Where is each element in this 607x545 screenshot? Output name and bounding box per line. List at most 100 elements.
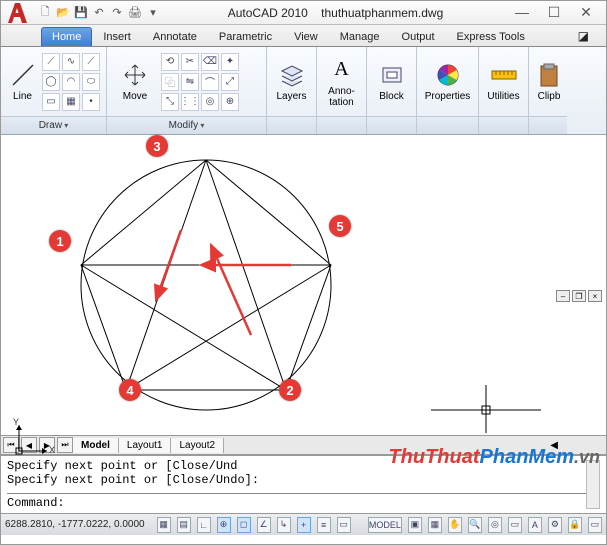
trim-icon[interactable]: ✂	[181, 53, 199, 71]
layout-tab-bar: ⏮ ◀ ▶ ⏭ Model Layout1 Layout2 ◀	[1, 435, 606, 455]
ortho-toggle[interactable]: ∟	[197, 517, 211, 533]
marker-5: 5	[329, 215, 351, 237]
ribbon-help-icon[interactable]: ◪	[567, 25, 600, 46]
panel-utilities: Utilities	[479, 47, 529, 134]
tab-home[interactable]: Home	[41, 27, 92, 46]
maximize-button[interactable]: ☐	[542, 4, 566, 21]
qat-dropdown-icon[interactable]: ▾	[145, 5, 161, 21]
move-button[interactable]: Move	[113, 52, 157, 112]
copy-icon[interactable]: ⿻	[161, 73, 179, 91]
erase-icon[interactable]: ⌫	[201, 53, 219, 71]
annotation-button[interactable]: A Anno- tation	[323, 52, 360, 112]
paste-icon	[535, 61, 563, 89]
panel-draw: Line ⟋ ∿ ⟋ ◯ ◠ ⬭ ▭ ▦ • Draw	[1, 47, 107, 134]
dyn-toggle[interactable]: +	[297, 517, 311, 533]
clean-screen-icon[interactable]: ▭	[588, 517, 602, 533]
cmd-history-1: Specify next point or [Close/Und	[7, 459, 600, 473]
window-controls: — ☐ ✕	[510, 4, 598, 21]
tab-model[interactable]: Model	[73, 438, 119, 453]
qat-save-icon[interactable]: 💾	[73, 5, 89, 21]
tab-layout1[interactable]: Layout1	[119, 438, 172, 453]
model-space-button[interactable]: MODEL	[368, 517, 402, 533]
circle-icon[interactable]: ◯	[42, 73, 60, 91]
minimize-button[interactable]: —	[510, 4, 534, 21]
stretch-icon[interactable]: ⤢	[221, 73, 239, 91]
line-button[interactable]: Line	[7, 52, 38, 112]
block-button[interactable]: Block	[373, 52, 410, 112]
tab-parametric[interactable]: Parametric	[208, 27, 283, 46]
app-menu-button[interactable]	[5, 0, 31, 26]
join-icon[interactable]: ⊕	[221, 93, 239, 111]
lwt-toggle[interactable]: ≡	[317, 517, 331, 533]
offset-icon[interactable]: ◎	[201, 93, 219, 111]
panel-title-modify[interactable]: Modify	[107, 116, 266, 134]
workspace-icon[interactable]: ⚙	[548, 517, 562, 533]
properties-button[interactable]: Properties	[423, 52, 472, 112]
snap-toggle[interactable]: ▦	[157, 517, 171, 533]
panel-title-draw[interactable]: Draw	[1, 116, 106, 134]
layout-quick-view-icon[interactable]: ▣	[408, 517, 422, 533]
tab-manage[interactable]: Manage	[329, 27, 391, 46]
osnap-toggle[interactable]: ◻	[237, 517, 251, 533]
modify-flyout-grid: ⟲ ✂ ⌫ ✦ ⿻ ⇋ ⌒ ⤢ ⤡ ⋮⋮ ◎ ⊕	[161, 53, 239, 111]
scale-icon[interactable]: ⤡	[161, 93, 179, 111]
layers-button[interactable]: Layers	[273, 52, 310, 112]
zoom-icon[interactable]: 🔍	[468, 517, 482, 533]
ducs-toggle[interactable]: ↳	[277, 517, 291, 533]
block-icon	[378, 61, 406, 89]
close-button[interactable]: ✕	[574, 4, 598, 21]
clipboard-button[interactable]: Clipb	[535, 52, 563, 112]
hscroll-left-icon[interactable]: ◀	[550, 440, 558, 451]
cmd-scrollbar[interactable]	[586, 460, 600, 509]
arc-icon[interactable]: ◠	[62, 73, 80, 91]
tab-view[interactable]: View	[283, 27, 329, 46]
fillet-icon[interactable]: ⌒	[201, 73, 219, 91]
annoscale-icon[interactable]: A	[528, 517, 542, 533]
title-bar: 🗋 📂 💾 ↶ ↷ 🖨 ▾ AutoCAD 2010 thuthuatphanm…	[1, 1, 606, 25]
rotate-icon[interactable]: ⟲	[161, 53, 179, 71]
cmd-history-2: Specify next point or [Close/Undo]:	[7, 473, 600, 487]
explode-icon[interactable]: ✦	[221, 53, 239, 71]
otrack-toggle[interactable]: ∠	[257, 517, 271, 533]
cmd-prompt[interactable]: Command:	[7, 496, 600, 510]
qat-undo-icon[interactable]: ↶	[91, 5, 107, 21]
grid-toggle[interactable]: ▤	[177, 517, 191, 533]
point-icon[interactable]: •	[82, 93, 100, 111]
tab-express-tools[interactable]: Express Tools	[446, 27, 536, 46]
qat-redo-icon[interactable]: ↷	[109, 5, 125, 21]
layers-icon	[278, 61, 306, 89]
utilities-button[interactable]: Utilities	[485, 52, 522, 112]
qat-new-icon[interactable]: 🗋	[37, 5, 53, 21]
qp-toggle[interactable]: ▭	[337, 517, 351, 533]
tab-output[interactable]: Output	[391, 27, 446, 46]
construction-line-icon[interactable]: ⟋	[82, 53, 100, 71]
command-window[interactable]: Specify next point or [Close/Und Specify…	[1, 455, 606, 513]
tab-annotate[interactable]: Annotate	[142, 27, 208, 46]
hatch-icon[interactable]: ▦	[62, 93, 80, 111]
steering-icon[interactable]: ◎	[488, 517, 502, 533]
tab-insert[interactable]: Insert	[92, 27, 142, 46]
polar-toggle[interactable]: ⊕	[217, 517, 231, 533]
marker-4: 4	[119, 379, 141, 401]
pan-icon[interactable]: ✋	[448, 517, 462, 533]
array-icon[interactable]: ⋮⋮	[181, 93, 199, 111]
drawing-area[interactable]: – ❐ × 1 2 3 4 5 Y X	[1, 135, 606, 435]
text-icon: A	[328, 56, 356, 84]
polyline-icon[interactable]: ⟋	[42, 53, 60, 71]
measure-icon	[490, 61, 518, 89]
line-icon	[9, 61, 37, 89]
nav-last-icon[interactable]: ⏭	[57, 437, 73, 453]
move-icon	[121, 61, 149, 89]
marker-2: 2	[279, 379, 301, 401]
coordinates-readout: 6288.2810, -1777.0222, 0.0000	[5, 519, 145, 530]
qat-print-icon[interactable]: 🖨	[127, 5, 143, 21]
toolbar-lock-icon[interactable]: 🔒	[568, 517, 582, 533]
layout-quick-view2-icon[interactable]: ▦	[428, 517, 442, 533]
qat-open-icon[interactable]: 📂	[55, 5, 71, 21]
showmotion-icon[interactable]: ▭	[508, 517, 522, 533]
rectangle-icon[interactable]: ▭	[42, 93, 60, 111]
spline-icon[interactable]: ∿	[62, 53, 80, 71]
ellipse-icon[interactable]: ⬭	[82, 73, 100, 91]
mirror-icon[interactable]: ⇋	[181, 73, 199, 91]
tab-layout2[interactable]: Layout2	[171, 438, 224, 453]
